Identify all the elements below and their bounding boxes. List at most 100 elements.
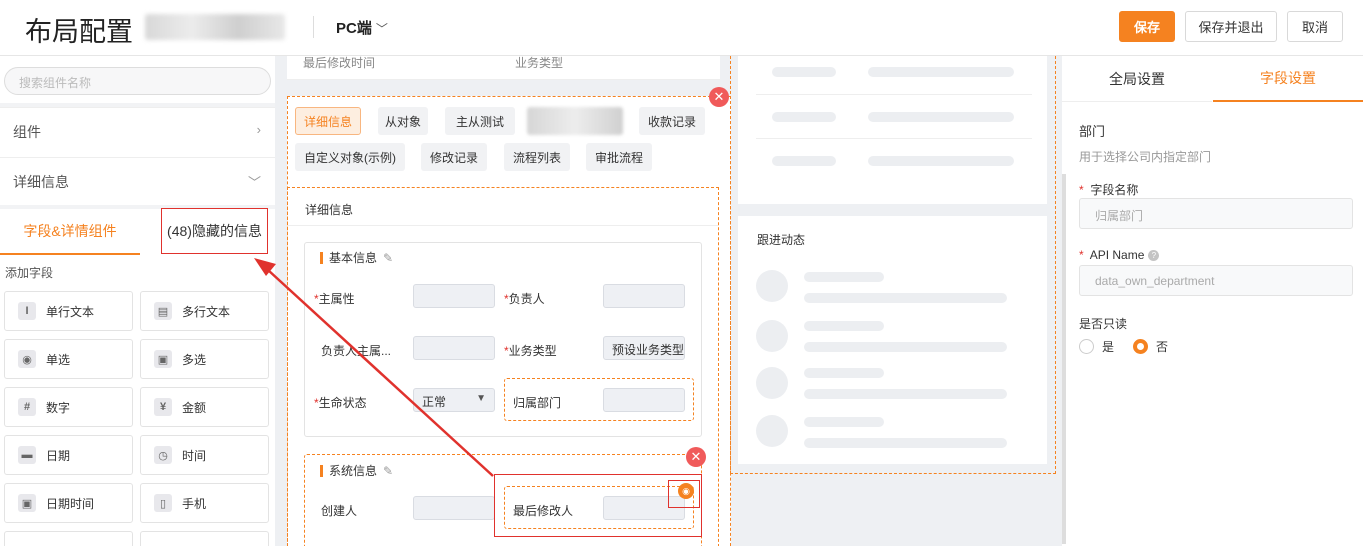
field-input[interactable] <box>413 336 495 360</box>
tab-custom-object[interactable]: 自定义对象(示例) <box>295 143 405 171</box>
api-name-input[interactable]: data_own_department <box>1079 265 1353 296</box>
field-name-input[interactable]: 归属部门 <box>1079 198 1353 229</box>
field-label: 归属部门 <box>513 396 562 410</box>
field-datetime[interactable]: ▣ 日期时间 <box>4 483 133 523</box>
field-input[interactable] <box>413 496 495 520</box>
field-input[interactable] <box>603 284 685 308</box>
lifecycle-select[interactable]: 正常 ▼ <box>413 388 495 412</box>
tab-hidden-info[interactable]: (48)隐藏的信息 <box>161 208 268 254</box>
field-label: 单行文本 <box>46 304 95 319</box>
layout-canvas: 最后修改时间 业务类型 ✕ 详细信息 从对象 主从测试 收款记录 自定义对象(示… <box>275 56 1062 546</box>
radio-label: 是 <box>1102 340 1115 354</box>
radio-label: 否 <box>1156 340 1169 354</box>
tab-global-settings[interactable]: 全局设置 <box>1062 56 1212 102</box>
section-label: 组件 <box>13 124 41 140</box>
tab-field-settings[interactable]: 字段设置 <box>1213 56 1363 102</box>
skeleton-line <box>868 67 1014 77</box>
field-date[interactable]: ▬ 日期 <box>4 435 133 475</box>
tab-change-log[interactable]: 修改记录 <box>421 143 487 171</box>
scrollbar[interactable] <box>1062 174 1066 544</box>
field-label: 单选 <box>46 352 71 367</box>
skeleton-avatar <box>756 367 788 399</box>
group-title-text: 系统信息 <box>329 464 378 478</box>
device-selector[interactable]: PC端 ﹀ <box>336 17 388 38</box>
tab-detail-info[interactable]: 详细信息 <box>295 107 361 135</box>
cancel-button[interactable]: 取消 <box>1287 11 1343 42</box>
preview-card <box>738 56 1047 204</box>
divider <box>288 225 718 226</box>
field-label: 最后修改时间 <box>303 56 376 70</box>
tab-fields-components[interactable]: 字段&详情组件 <box>0 209 140 255</box>
eye-icon[interactable]: ◉ <box>678 483 694 499</box>
tab-master-detail-test[interactable]: 主从测试 <box>445 107 515 135</box>
tab-sub-object[interactable]: 从对象 <box>378 107 428 135</box>
blurred-title-suffix <box>145 14 285 40</box>
help-icon[interactable]: ? <box>1148 250 1160 262</box>
top-card: 最后修改时间 业务类型 <box>287 56 720 80</box>
field-phone[interactable]: ▯ 手机 <box>140 483 269 523</box>
field-label: *生命状态 <box>314 394 367 411</box>
chevron-down-icon: ﹀ <box>375 22 388 36</box>
select-value: 正常 <box>422 395 447 409</box>
clock-icon: ◷ <box>154 446 172 464</box>
tab-blurred[interactable] <box>527 107 623 135</box>
radio-icon: ◉ <box>18 350 36 368</box>
device-label: PC端 <box>336 20 372 37</box>
label-text: API Name <box>1089 248 1145 262</box>
field-name-label: * 字段名称 <box>1079 181 1138 198</box>
skeleton-line <box>804 389 1007 399</box>
yen-icon: ¥ <box>154 398 172 416</box>
business-type-input[interactable]: 预设业务类型 <box>603 336 685 360</box>
field-more[interactable] <box>140 531 269 546</box>
field-single-select[interactable]: ◉ 单选 <box>4 339 133 379</box>
section-components[interactable]: 组件 › <box>0 107 275 155</box>
checkbox-icon: ▣ <box>154 350 172 368</box>
skeleton-avatar <box>756 415 788 447</box>
field-label: 日期时间 <box>46 496 95 511</box>
tab-process-list[interactable]: 流程列表 <box>504 143 570 171</box>
divider <box>756 138 1032 139</box>
component-search-input[interactable]: 搜索组件名称 <box>4 67 271 95</box>
field-more[interactable] <box>4 531 133 546</box>
section-detail-info[interactable]: 详细信息 ﹀ <box>0 157 275 205</box>
field-multi-select[interactable]: ▣ 多选 <box>140 339 269 379</box>
label-text: 生命状态 <box>318 396 367 410</box>
pencil-icon[interactable]: ✎ <box>383 464 393 478</box>
tab-payment-records[interactable]: 收款记录 <box>639 107 705 135</box>
skeleton-line <box>804 272 884 282</box>
section-label: 详细信息 <box>13 174 69 190</box>
tab-approval-flow[interactable]: 审批流程 <box>586 143 652 171</box>
close-icon[interactable]: ✕ <box>686 447 706 467</box>
department-input[interactable] <box>603 388 685 412</box>
field-multi-text[interactable]: ▤ 多行文本 <box>140 291 269 331</box>
skeleton-line <box>772 112 836 122</box>
readonly-label: 是否只读 <box>1079 317 1128 331</box>
chevron-down-icon: ﹀ <box>247 175 261 190</box>
field-time[interactable]: ◷ 时间 <box>140 435 269 475</box>
field-label: 多行文本 <box>182 304 231 319</box>
pencil-icon[interactable]: ✎ <box>383 251 393 265</box>
field-type-title: 部门 <box>1079 124 1106 139</box>
readonly-yes-radio[interactable]: 是 <box>1079 338 1114 355</box>
field-input[interactable] <box>413 284 495 308</box>
field-number[interactable]: # 数字 <box>4 387 133 427</box>
detail-info-title: 详细信息 <box>305 203 354 217</box>
close-icon[interactable]: ✕ <box>709 87 729 107</box>
label-text: 负责人 <box>508 292 545 306</box>
readonly-no-radio[interactable]: 否 <box>1133 338 1168 355</box>
skeleton-line <box>772 67 836 77</box>
skeleton-line <box>868 112 1014 122</box>
skeleton-line <box>804 417 884 427</box>
save-button[interactable]: 保存 <box>1119 11 1175 42</box>
save-and-exit-button[interactable]: 保存并退出 <box>1185 11 1277 42</box>
field-label: 日期 <box>46 448 71 463</box>
field-single-text[interactable]: I 单行文本 <box>4 291 133 331</box>
field-amount[interactable]: ¥ 金额 <box>140 387 269 427</box>
datetime-icon: ▣ <box>18 494 36 512</box>
page-title: 布局配置 <box>25 17 133 47</box>
field-label: *主属性 <box>314 290 355 307</box>
header-bar: 布局配置 PC端 ﹀ 保存 保存并退出 取消 <box>0 0 1363 56</box>
group-title: 系统信息 ✎ <box>320 465 393 477</box>
field-label: 创建人 <box>321 504 358 518</box>
textarea-icon: ▤ <box>154 302 172 320</box>
